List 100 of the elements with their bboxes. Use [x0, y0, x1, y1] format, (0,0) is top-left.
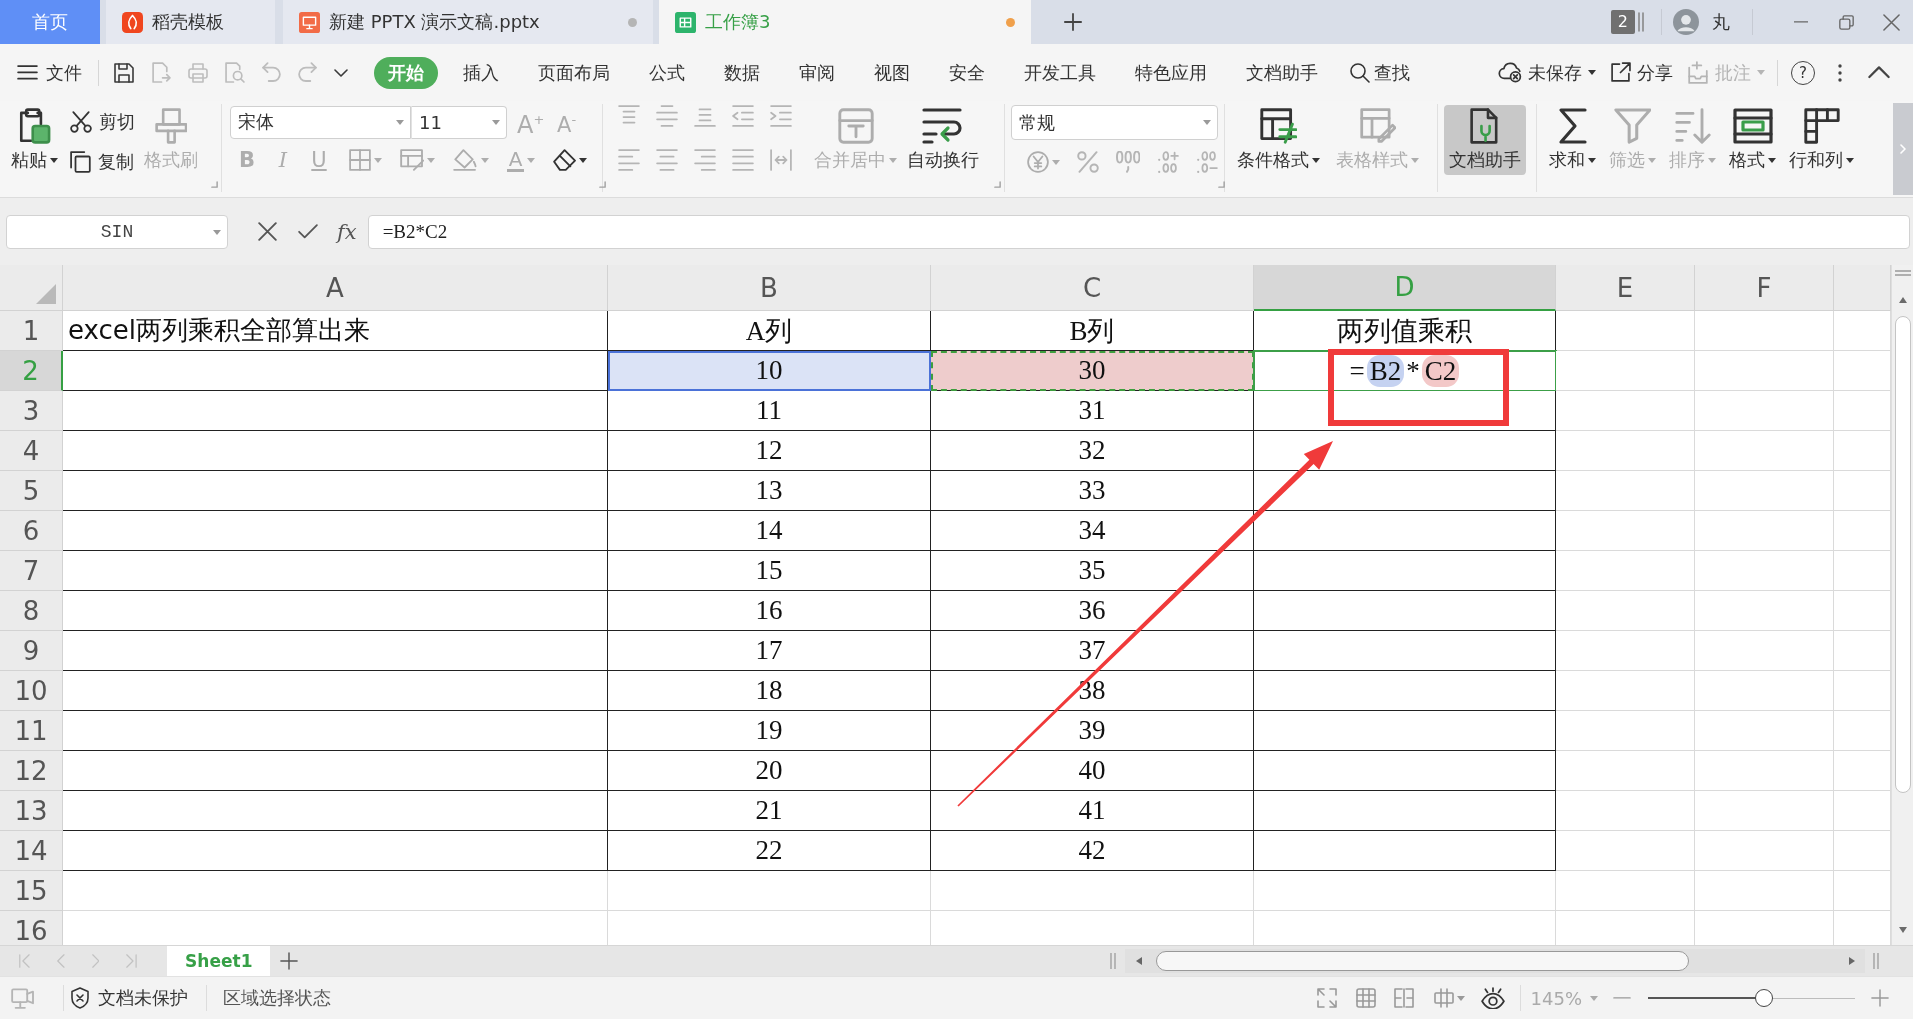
save-status-button[interactable]: 未保存	[1498, 60, 1596, 85]
column-header[interactable]: C	[931, 265, 1254, 311]
previous-sheet-icon[interactable]	[56, 954, 65, 968]
menu-tab[interactable]: 视图	[860, 56, 924, 89]
table-cell	[1834, 471, 1891, 511]
insert-function-button[interactable]: fx	[337, 219, 357, 244]
chevron-down-icon[interactable]	[334, 68, 348, 77]
first-sheet-icon[interactable]	[19, 954, 30, 968]
vertical-scrollbar[interactable]	[1891, 265, 1913, 945]
menu-tab[interactable]: 安全	[935, 56, 999, 89]
menu-tab[interactable]: 页面布局	[524, 56, 624, 89]
row-header[interactable]: 10	[0, 671, 63, 711]
rows-columns-button[interactable]: 行和列	[1784, 105, 1859, 175]
row-header[interactable]: 13	[0, 791, 63, 831]
last-sheet-icon[interactable]	[126, 954, 138, 968]
eye-icon[interactable]	[1480, 986, 1505, 1010]
document-tab[interactable]: 工作簿3	[659, 0, 1031, 44]
column-header[interactable]: F	[1695, 265, 1834, 311]
ribbon-scroll-button[interactable]	[1893, 103, 1913, 195]
next-sheet-icon[interactable]	[91, 954, 100, 968]
column-header[interactable]: E	[1556, 265, 1695, 311]
row-header[interactable]: 9	[0, 631, 63, 671]
restore-icon[interactable]	[1839, 14, 1854, 30]
file-menu-button[interactable]: 文件	[17, 60, 82, 85]
row-header[interactable]: 1	[0, 311, 63, 351]
confirm-icon[interactable]	[298, 224, 318, 239]
fullscreen-icon[interactable]	[1316, 988, 1337, 1008]
close-icon[interactable]	[1883, 13, 1900, 31]
column-header[interactable]	[1834, 265, 1891, 311]
scroll-left-icon[interactable]	[1136, 957, 1142, 965]
row-header[interactable]: 8	[0, 591, 63, 631]
clear-format-button[interactable]	[553, 149, 588, 171]
document-tab[interactable]: 新建 PPTX 演示文稿.pptx	[283, 0, 653, 44]
cut-button[interactable]: 剪切	[70, 105, 135, 139]
dialog-launcher-icon[interactable]	[994, 181, 1001, 188]
grip-icon[interactable]	[1873, 953, 1880, 969]
row-header[interactable]: 5	[0, 471, 63, 511]
more-icon[interactable]	[1838, 63, 1842, 82]
dialog-launcher-icon[interactable]	[211, 181, 218, 188]
minimize-icon[interactable]	[1794, 21, 1808, 23]
plus-icon[interactable]	[1064, 13, 1082, 31]
scrollbar-thumb[interactable]	[1894, 316, 1911, 793]
row-header[interactable]: 11	[0, 711, 63, 751]
document-assistant-button[interactable]: 文档助手	[1444, 105, 1526, 175]
row-header[interactable]: 4	[0, 431, 63, 471]
number-format-dropdown[interactable]: 常规	[1011, 105, 1218, 140]
horizontal-scrollbar[interactable]	[1125, 949, 1865, 973]
menu-tab[interactable]: 文档助手	[1232, 56, 1332, 89]
select-all-button[interactable]	[0, 265, 63, 311]
save-icon[interactable]	[114, 62, 134, 83]
document-protection-button[interactable]: 文档未保护	[71, 986, 189, 1010]
sheet-tab[interactable]: Sheet1	[167, 946, 271, 976]
split-view-icon[interactable]	[1393, 988, 1414, 1008]
minus-icon[interactable]	[1613, 997, 1631, 999]
freeze-panes-button[interactable]	[1433, 988, 1465, 1008]
dialog-launcher-icon[interactable]	[599, 181, 607, 188]
search-button[interactable]: 查找	[1350, 60, 1410, 85]
column-header[interactable]: B	[608, 265, 931, 311]
cancel-icon[interactable]	[258, 222, 277, 241]
sum-button[interactable]: 求和	[1544, 105, 1601, 175]
menu-tab[interactable]: 开发工具	[1010, 56, 1110, 89]
copy-button[interactable]: 复制	[70, 145, 135, 179]
slider-thumb[interactable]	[1754, 989, 1773, 1007]
column-header[interactable]: A	[63, 265, 608, 311]
scroll-up-icon[interactable]	[1898, 297, 1907, 303]
scrollbar-thumb[interactable]	[1156, 951, 1689, 971]
row-header[interactable]: 7	[0, 551, 63, 591]
row-header[interactable]: 14	[0, 831, 63, 871]
menu-tab[interactable]: 插入	[449, 56, 513, 89]
collapse-icon[interactable]	[1868, 66, 1890, 79]
formula-input[interactable]: =B2*C2	[367, 214, 1910, 249]
menu-tab[interactable]: 审阅	[785, 56, 849, 89]
conditional-format-button[interactable]: 条件格式	[1232, 105, 1325, 175]
format-button[interactable]: 格式	[1724, 105, 1781, 175]
row-header[interactable]: 3	[0, 391, 63, 431]
name-box[interactable]: SIN	[6, 214, 228, 249]
scroll-down-icon[interactable]	[1898, 927, 1907, 933]
window-count-badge[interactable]: 2	[1610, 10, 1635, 34]
video-camera-icon[interactable]	[11, 987, 35, 1009]
editing-cell[interactable]: = B2 * C2	[1254, 351, 1556, 391]
row-header[interactable]: 12	[0, 751, 63, 791]
plus-icon[interactable]	[280, 952, 299, 970]
paste-button[interactable]: 粘贴	[6, 105, 63, 175]
row-header[interactable]: 15	[0, 871, 63, 911]
grid-icon[interactable]	[1355, 988, 1376, 1008]
wrap-text-button[interactable]: 自动换行	[902, 105, 984, 175]
document-tab[interactable]: 稻壳模板	[106, 0, 275, 44]
dialog-launcher-icon[interactable]	[1218, 181, 1226, 188]
grip-icon[interactable]	[1894, 270, 1911, 276]
font-size-dropdown[interactable]: 11	[411, 105, 507, 139]
grip-icon[interactable]	[1110, 953, 1117, 969]
menu-tab[interactable]: 数据	[710, 56, 774, 89]
scroll-right-icon[interactable]	[1849, 957, 1855, 965]
font-name-dropdown[interactable]: 宋体	[230, 105, 411, 139]
row-header[interactable]: 6	[0, 511, 63, 551]
row-header[interactable]: 16	[0, 911, 63, 945]
menu-tab[interactable]: 公式	[635, 56, 699, 89]
share-button[interactable]: 分享	[1610, 60, 1673, 85]
menu-tab[interactable]: 特色应用	[1121, 56, 1221, 89]
user-name[interactable]: 丸	[1712, 10, 1730, 34]
